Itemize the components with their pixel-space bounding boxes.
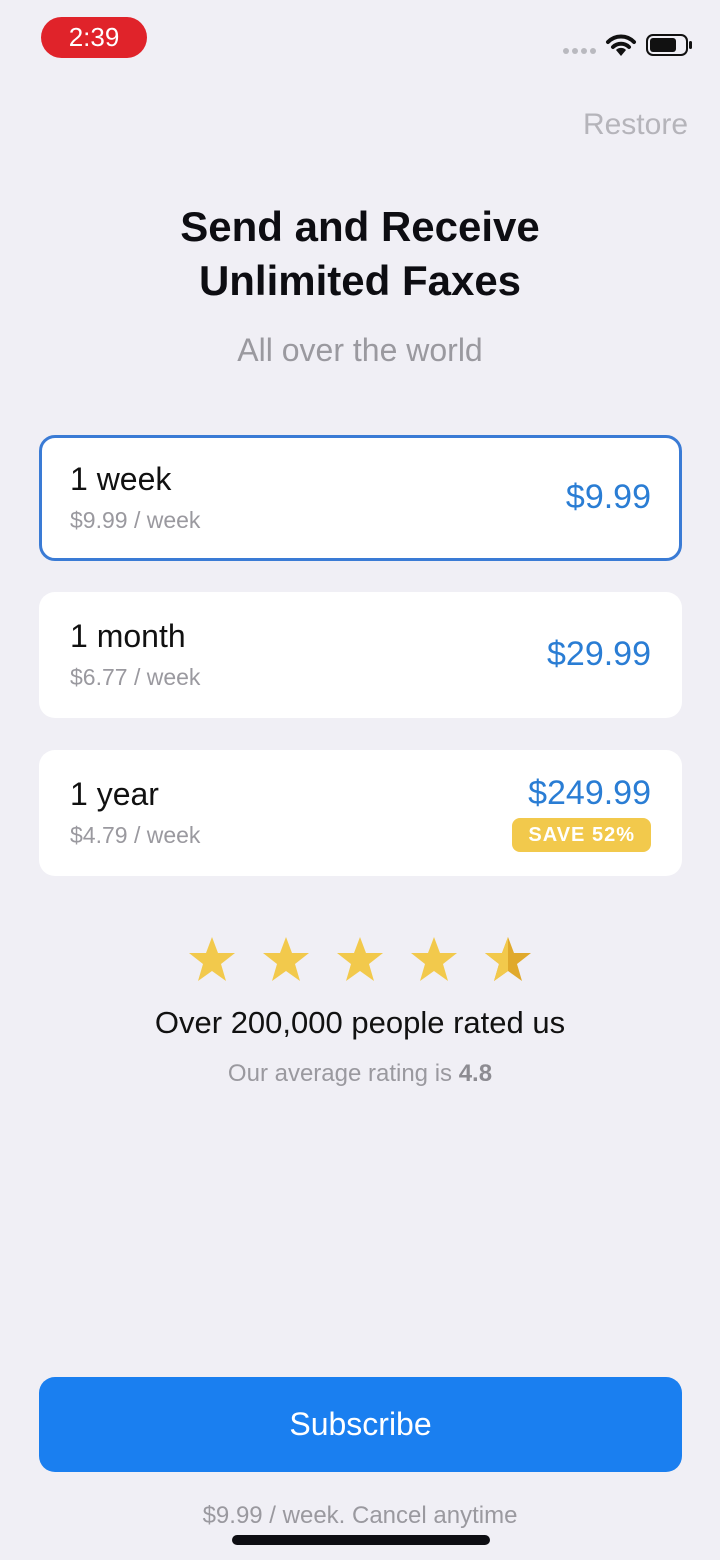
plan-name: 1 month: [70, 618, 186, 654]
plan-per-week: $4.79 / week: [70, 822, 201, 848]
rating-stars: [0, 936, 720, 982]
restore-button[interactable]: Restore: [583, 108, 688, 142]
star-icon: [337, 937, 383, 981]
plan-option-month[interactable]: 1 month $6.77 / week $29.99: [39, 592, 682, 718]
star-icon: [263, 937, 309, 981]
star-icon: [189, 937, 235, 981]
plan-name: 1 year: [70, 776, 159, 812]
cellular-signal-icon: [563, 48, 596, 54]
title-line-1: Send and Receive: [180, 203, 540, 250]
title-line-2: Unlimited Faxes: [198, 257, 522, 304]
average-rating-prefix: Our average rating is: [227, 1060, 459, 1087]
plan-per-week: $9.99 / week: [70, 507, 201, 533]
wifi-icon: [604, 32, 638, 63]
plan-option-week[interactable]: 1 week $9.99 / week $9.99: [39, 435, 682, 561]
plan-price: $249.99: [528, 774, 651, 812]
plan-name: 1 week: [70, 461, 172, 497]
save-badge: SAVE 52%: [512, 818, 651, 852]
battery-icon: [646, 33, 694, 62]
page-subtitle: All over the world: [237, 332, 483, 368]
rating-headline: Over 200,000 people rated us: [154, 1005, 566, 1040]
average-rating: Our average rating is 4.8: [0, 1060, 720, 1088]
footer-note: $9.99 / week. Cancel anytime: [202, 1502, 518, 1529]
page-title: Send and Receive Unlimited Faxes: [0, 200, 720, 308]
home-indicator[interactable]: [232, 1535, 490, 1545]
status-time: 2:39: [41, 17, 147, 58]
plan-option-year[interactable]: 1 year $4.79 / week $249.99 SAVE 52%: [39, 750, 682, 876]
star-icon: [411, 937, 457, 981]
half-star-icon: [485, 937, 531, 981]
plan-per-week: $6.77 / week: [70, 664, 201, 690]
subscribe-button[interactable]: Subscribe: [39, 1377, 682, 1472]
average-rating-value: 4.8: [458, 1060, 493, 1087]
plan-price: $9.99: [565, 478, 651, 516]
plan-price: $29.99: [547, 635, 651, 673]
